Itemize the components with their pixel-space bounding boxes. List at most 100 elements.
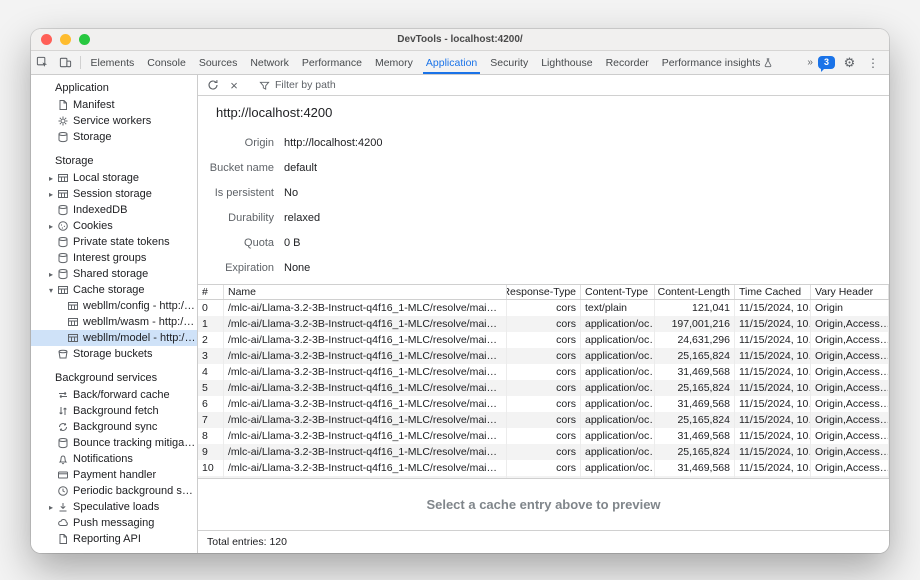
- sidebar-item-notifications[interactable]: Notifications: [31, 451, 197, 467]
- sidebar-item-back-forward-cache[interactable]: Back/forward cache: [31, 387, 197, 403]
- cache-entry-row[interactable]: 10/mlc-ai/Llama-3.2-3B-Instruct-q4f16_1-…: [198, 460, 889, 476]
- tab-console[interactable]: Console: [141, 51, 193, 74]
- application-sidebar: ApplicationManifestService workersStorag…: [31, 75, 198, 553]
- column-header-name[interactable]: Name: [224, 285, 507, 299]
- sidebar-item-label: Bounce tracking mitigations: [73, 437, 197, 449]
- cache-entry-row[interactable]: 4/mlc-ai/Llama-3.2-3B-Instruct-q4f16_1-M…: [198, 364, 889, 380]
- cell-content-length: 31,469,568: [655, 396, 735, 412]
- cell-name: /mlc-ai/Llama-3.2-3B-Instruct-q4f16_1-ML…: [224, 380, 507, 396]
- toolbar-divider: [80, 56, 81, 69]
- tab-lighthouse[interactable]: Lighthouse: [535, 51, 599, 74]
- sidebar-item-interest-groups[interactable]: Interest groups: [31, 250, 197, 266]
- fetch-icon: [57, 405, 73, 417]
- tab-elements[interactable]: Elements: [84, 51, 141, 74]
- sidebar-item-speculative-loads[interactable]: ▸ Speculative loads: [31, 499, 197, 515]
- inspect-element-icon[interactable]: [31, 51, 54, 74]
- sidebar-item-label: Payment handler: [73, 469, 156, 481]
- close-window-button[interactable]: [41, 34, 52, 45]
- sidebar-item-service-workers[interactable]: Service workers: [31, 113, 197, 129]
- column-header-time-cached[interactable]: Time Cached: [735, 285, 811, 299]
- sidebar-section-title: Background services: [31, 367, 197, 387]
- tab-label: Elements: [91, 57, 135, 69]
- detail-row: Quota0 B: [198, 230, 889, 255]
- chevron-right-icon[interactable]: ▸: [45, 190, 57, 199]
- sidebar-item-storage[interactable]: Storage: [31, 129, 197, 145]
- tab-performance[interactable]: Performance: [295, 51, 368, 74]
- sidebar-item-bounce-tracking-mitigations[interactable]: Bounce tracking mitigations: [31, 435, 197, 451]
- sidebar-item-background-sync[interactable]: Background sync: [31, 419, 197, 435]
- sidebar-item-background-fetch[interactable]: Background fetch: [31, 403, 197, 419]
- sidebar-item-push-messaging[interactable]: Push messaging: [31, 515, 197, 531]
- sidebar-item-label: Speculative loads: [73, 501, 159, 513]
- sidebar-section-title: Storage: [31, 150, 197, 170]
- sidebar-item-shared-storage[interactable]: ▸Shared storage: [31, 266, 197, 282]
- chevron-right-icon[interactable]: ▸: [45, 270, 57, 279]
- tab-application[interactable]: Application: [419, 51, 483, 74]
- sidebar-item-webllm-config-http-loc[interactable]: webllm/config - http://loc…: [31, 298, 197, 314]
- column-header-content-type[interactable]: Content-Type: [581, 285, 655, 299]
- cell-name: /mlc-ai/Llama-3.2-3B-Instruct-q4f16_1-ML…: [224, 428, 507, 444]
- chevron-right-icon[interactable]: ▸: [45, 174, 57, 183]
- db-icon: [57, 268, 73, 280]
- tab-sources[interactable]: Sources: [192, 51, 244, 74]
- bucket-icon: [57, 348, 73, 360]
- sidebar-item-webllm-wasm-http-loca[interactable]: webllm/wasm - http://loca…: [31, 314, 197, 330]
- tab-recorder[interactable]: Recorder: [599, 51, 655, 74]
- column-header-vary-header[interactable]: Vary Header: [811, 285, 889, 299]
- device-toolbar-icon[interactable]: [54, 51, 77, 74]
- settings-gear-icon[interactable]: ⚙: [838, 55, 861, 71]
- cell-name: /mlc-ai/Llama-3.2-3B-Instruct-q4f16_1-ML…: [224, 412, 507, 428]
- cell-time-cached: 11/15/2024, 10…: [735, 460, 811, 476]
- table-icon: [67, 316, 83, 328]
- sidebar-item-periodic-background-sync[interactable]: Periodic background sync: [31, 483, 197, 499]
- cell-time-cached: 11/15/2024, 10…: [735, 316, 811, 332]
- tab-performance-insights[interactable]: Performance insights: [655, 51, 780, 74]
- sidebar-item-manifest[interactable]: Manifest: [31, 97, 197, 113]
- more-tabs-chevron-icon[interactable]: »: [804, 57, 815, 68]
- sidebar-item-indexeddb[interactable]: IndexedDB: [31, 202, 197, 218]
- chevron-right-icon[interactable]: ▸: [45, 503, 57, 512]
- cache-entry-row[interactable]: 5/mlc-ai/Llama-3.2-3B-Instruct-q4f16_1-M…: [198, 380, 889, 396]
- sidebar-item-storage-buckets[interactable]: Storage buckets: [31, 346, 197, 362]
- chevron-right-icon[interactable]: ▸: [45, 222, 57, 231]
- tab-label: Recorder: [606, 57, 649, 69]
- sidebar-item-local-storage[interactable]: ▸Local storage: [31, 170, 197, 186]
- kebab-menu-icon[interactable]: ⋮: [864, 56, 882, 70]
- cache-entry-row[interactable]: 2/mlc-ai/Llama-3.2-3B-Instruct-q4f16_1-M…: [198, 332, 889, 348]
- table-icon: [67, 332, 83, 344]
- refresh-icon[interactable]: [203, 76, 223, 94]
- cache-entry-row[interactable]: 0/mlc-ai/Llama-3.2-3B-Instruct-q4f16_1-M…: [198, 300, 889, 316]
- table-body[interactable]: 0/mlc-ai/Llama-3.2-3B-Instruct-q4f16_1-M…: [198, 300, 889, 478]
- table-icon: [57, 172, 73, 184]
- sidebar-item-label: Cookies: [73, 220, 113, 232]
- tab-security[interactable]: Security: [484, 51, 535, 74]
- sidebar-item-webllm-model-http-loc[interactable]: webllm/model - http://loc…: [31, 330, 197, 346]
- cache-entry-row[interactable]: 1/mlc-ai/Llama-3.2-3B-Instruct-q4f16_1-M…: [198, 316, 889, 332]
- column-header-response-type[interactable]: Response-Type: [507, 285, 581, 299]
- filter-input[interactable]: Filter by path: [259, 79, 336, 91]
- zoom-window-button[interactable]: [79, 34, 90, 45]
- detail-value: relaxed: [284, 212, 320, 224]
- cache-entry-row[interactable]: 8/mlc-ai/Llama-3.2-3B-Instruct-q4f16_1-M…: [198, 428, 889, 444]
- cell-time-cached: 11/15/2024, 10…: [735, 412, 811, 428]
- column-header-content-length[interactable]: Content-Length: [655, 285, 735, 299]
- cache-entry-row[interactable]: 3/mlc-ai/Llama-3.2-3B-Instruct-q4f16_1-M…: [198, 348, 889, 364]
- sidebar-item-private-state-tokens[interactable]: Private state tokens: [31, 234, 197, 250]
- sidebar-item-cookies[interactable]: ▸ Cookies: [31, 218, 197, 234]
- tab-memory[interactable]: Memory: [368, 51, 419, 74]
- sidebar-item-reporting-api[interactable]: Reporting API: [31, 531, 197, 547]
- cache-entry-row[interactable]: 9/mlc-ai/Llama-3.2-3B-Instruct-q4f16_1-M…: [198, 444, 889, 460]
- sidebar-item-session-storage[interactable]: ▸Session storage: [31, 186, 197, 202]
- cache-entry-row[interactable]: 6/mlc-ai/Llama-3.2-3B-Instruct-q4f16_1-M…: [198, 396, 889, 412]
- chevron-down-icon[interactable]: ▾: [45, 286, 57, 295]
- cache-entry-row[interactable]: 7/mlc-ai/Llama-3.2-3B-Instruct-q4f16_1-M…: [198, 412, 889, 428]
- cell-vary-header: Origin,Access…: [811, 396, 889, 412]
- sidebar-item-cache-storage[interactable]: ▾Cache storage: [31, 282, 197, 298]
- delete-selected-icon[interactable]: ×: [224, 76, 244, 94]
- issues-badge[interactable]: 3: [818, 56, 835, 69]
- tab-label: Sources: [199, 57, 238, 69]
- tab-network[interactable]: Network: [244, 51, 296, 74]
- column-header-[interactable]: #: [198, 285, 224, 299]
- sidebar-item-payment-handler[interactable]: Payment handler: [31, 467, 197, 483]
- minimize-window-button[interactable]: [60, 34, 71, 45]
